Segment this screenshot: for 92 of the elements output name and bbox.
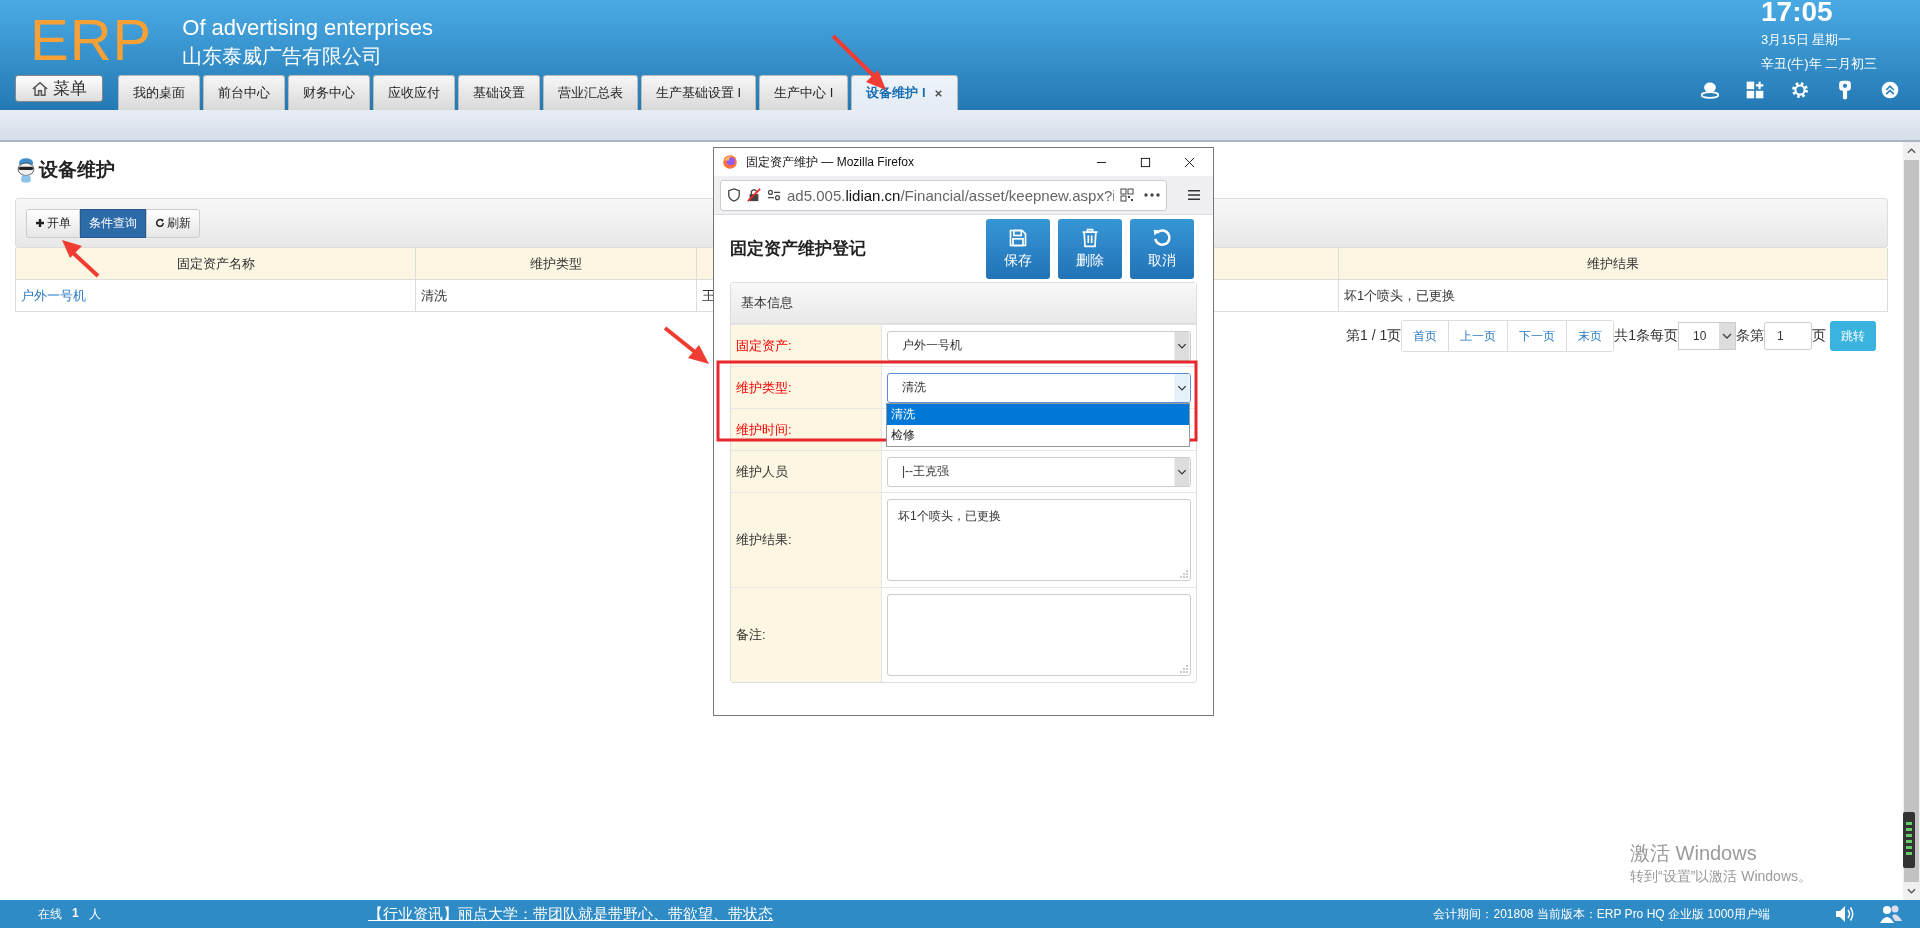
caret-icon — [1174, 331, 1190, 360]
nav-tab[interactable]: 生产基础设置 I — [641, 75, 757, 110]
caret-icon — [1719, 323, 1735, 349]
close-icon[interactable] — [933, 88, 943, 98]
undo-icon — [1152, 228, 1172, 248]
caret-icon — [1174, 373, 1190, 402]
menu-icon[interactable] — [1187, 189, 1201, 201]
nav-tab[interactable]: 前台中心 — [203, 75, 285, 110]
home-icon — [31, 79, 49, 98]
page-input[interactable]: 1 — [1764, 322, 1812, 350]
clock-time: 17:05 — [1761, 0, 1834, 28]
refresh-icon — [155, 218, 165, 228]
page-title: 设备维护 — [39, 158, 115, 182]
section-header: 基本信息 — [731, 283, 1196, 324]
menu-button[interactable]: 菜单 — [15, 75, 103, 102]
meter-widget-icon — [1903, 812, 1915, 868]
field-label: 维护人员 — [736, 462, 788, 481]
version-info: 会计期间：201808 当前版本：ERP Pro HQ 企业版 1000用户端 — [1433, 905, 1770, 923]
scroll-up-icon[interactable] — [1907, 148, 1916, 154]
dropdown-option[interactable]: 清洗 — [887, 403, 1189, 425]
scrollbar[interactable] — [1903, 142, 1920, 900]
chat-icon[interactable] — [1700, 80, 1720, 100]
text-area[interactable]: 坏1个喷头，已更换 — [887, 499, 1191, 581]
toolbar-button[interactable]: 开单 — [26, 208, 80, 238]
pager-button[interactable]: 末页 — [1566, 321, 1614, 351]
toolbar-button[interactable]: 条件查询 — [80, 208, 146, 238]
nav-tab[interactable]: 财务中心 — [288, 75, 370, 110]
scroll-down-icon[interactable] — [1907, 888, 1916, 894]
annotation-arrow — [62, 240, 100, 278]
column-header: 维护结果 — [1587, 254, 1639, 273]
settings-icon[interactable] — [1790, 80, 1810, 100]
column-header: 维护类型 — [530, 254, 582, 273]
total-label: 共1条每页 — [1614, 327, 1678, 345]
more-icon[interactable] — [1144, 193, 1160, 197]
field-label: 维护时间: — [736, 420, 792, 439]
toolbar-button[interactable]: 刷新 — [146, 208, 200, 238]
field-label: 维护类型: — [736, 378, 792, 397]
asset-link[interactable]: 户外一号机 — [21, 286, 86, 305]
nav-tab[interactable]: 基础设置 — [458, 75, 540, 110]
window-title: 固定资产维护 — Mozilla Firefox — [746, 153, 915, 171]
table-cell: 坏1个喷头，已更换 — [1344, 286, 1456, 305]
field-label: 备注: — [736, 626, 766, 644]
users-icon[interactable] — [1880, 904, 1902, 924]
nav-tab[interactable]: 应收应付 — [373, 75, 455, 110]
resize-grip-icon[interactable] — [1180, 665, 1188, 673]
column-header: 固定资产名称 — [176, 254, 255, 273]
page-size-select[interactable]: 10 — [1678, 322, 1736, 350]
delete-button[interactable]: 删除 — [1058, 219, 1122, 279]
url-text: ad5.005.lidian.cn/Financial/asset/keepnew.aspx?i — [787, 186, 1114, 204]
page-info: 第1 / 1页 — [1345, 327, 1402, 345]
plus-icon — [35, 218, 45, 228]
page-label: 页 — [1812, 327, 1826, 345]
resize-grip-icon[interactable] — [1180, 570, 1188, 578]
nav-tab[interactable]: 营业汇总表 — [543, 75, 638, 110]
select-field[interactable]: |--王克强 — [887, 456, 1191, 487]
address-bar[interactable]: ad5.005.lidian.cn/Financial/asset/keepnew.aspx?i — [720, 179, 1167, 211]
qr-code-icon[interactable] — [1120, 188, 1134, 202]
cancel-button[interactable]: 取消 — [1130, 219, 1194, 279]
save-button[interactable]: 保存 — [986, 219, 1050, 279]
activation-title: 激活 Windows — [1630, 841, 1758, 866]
caret-icon — [1174, 457, 1190, 486]
field-label: 维护结果: — [736, 531, 792, 549]
permissions-icon — [767, 188, 781, 202]
online-label: 在线 — [38, 905, 62, 923]
shield-icon — [727, 188, 741, 202]
select-field[interactable]: 户外一号机 — [887, 330, 1191, 361]
nav-tab[interactable]: 生产中心 I — [759, 75, 849, 110]
browser-logo-icon — [722, 154, 738, 170]
field-label: 固定资产: — [736, 336, 792, 355]
speaker-icon[interactable] — [1834, 904, 1856, 924]
form-heading: 固定资产维护登记 — [730, 238, 866, 260]
app-subtitle: Of advertising enterprises — [182, 14, 433, 42]
erp-logo: ERP — [30, 8, 153, 72]
table-cell: 清洗 — [421, 286, 447, 305]
nav-tab[interactable]: 我的桌面 — [118, 75, 200, 110]
activation-text: 转到“设置”以激活 Windows。 — [1630, 867, 1812, 886]
insecure-lock-icon — [747, 188, 761, 202]
dropdown-option[interactable]: 检修 — [887, 424, 1189, 446]
clock-date: 3月15日 星期一 — [1761, 31, 1853, 49]
online-count: 1 — [72, 905, 79, 922]
lunar-date: 辛丑(牛)年 二月初三 — [1761, 55, 1879, 73]
annotation-arrow — [663, 326, 709, 364]
online-unit: 人 — [88, 905, 101, 923]
close-icon[interactable] — [1184, 156, 1195, 168]
page-label: 条第 — [1736, 327, 1764, 345]
news-link[interactable]: 【行业资讯】丽点大学：带团队就是带野心、带欲望、带状态 — [368, 904, 773, 924]
nav-tab[interactable]: 设备维护 I — [851, 75, 958, 110]
trash-icon — [1080, 228, 1100, 248]
company-name: 山东泰威广告有限公司 — [182, 44, 384, 69]
add-widget-icon[interactable] — [1745, 80, 1765, 100]
maximize-icon[interactable] — [1140, 156, 1151, 168]
collapse-icon[interactable] — [1880, 80, 1900, 100]
